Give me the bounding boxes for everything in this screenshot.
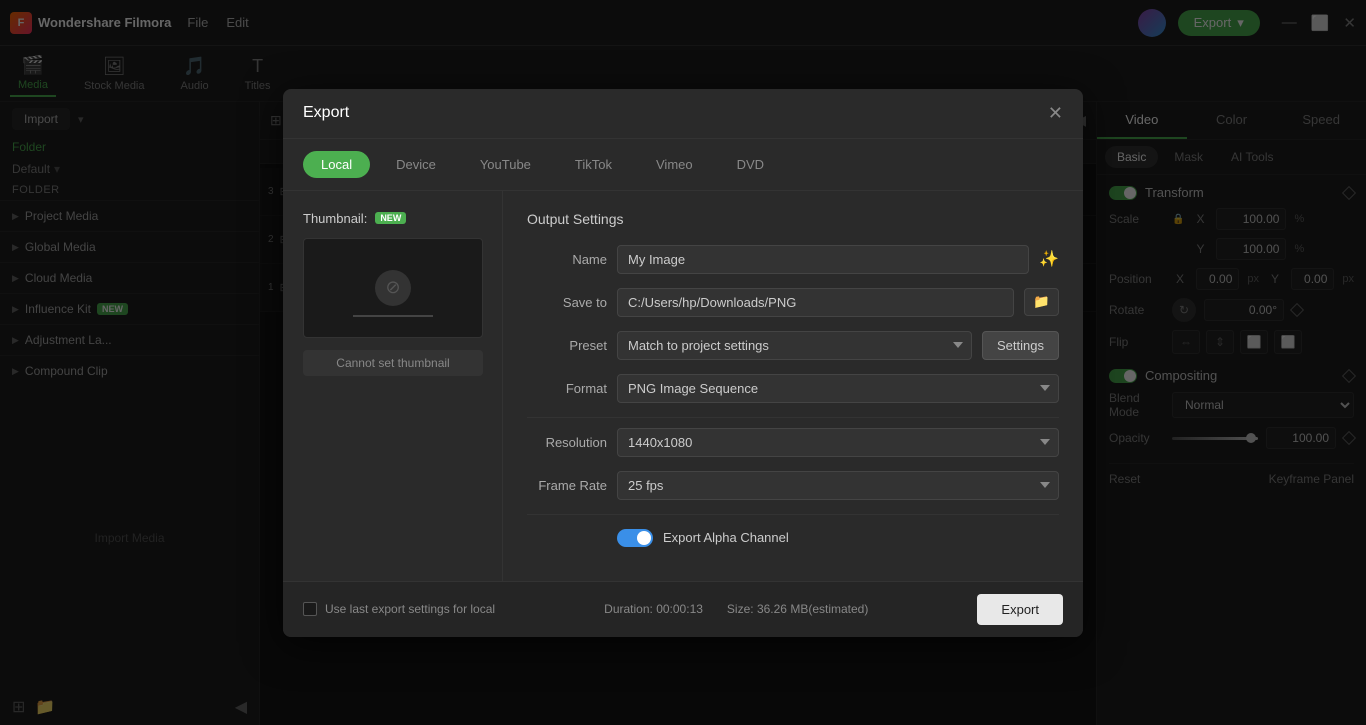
size-info: Size: 36.26 MB(estimated) — [727, 602, 868, 616]
format-select[interactable]: PNG Image Sequence MP4 MOV AVI — [617, 374, 1059, 403]
name-input[interactable] — [617, 245, 1029, 274]
modal-overlay: Export ✕ Local Device YouTube TikTok Vim… — [0, 0, 1366, 725]
modal-title: Export — [303, 104, 349, 122]
export-tab-tiktok[interactable]: TikTok — [557, 151, 630, 178]
export-tab-dvd[interactable]: DVD — [719, 151, 782, 178]
cannot-set-thumbnail-button[interactable]: Cannot set thumbnail — [303, 350, 483, 376]
export-alpha-row: Export Alpha Channel — [527, 529, 1059, 547]
modal-tabs: Local Device YouTube TikTok Vimeo DVD — [283, 139, 1083, 191]
export-tab-youtube[interactable]: YouTube — [462, 151, 549, 178]
save-to-row: Save to 📁 — [527, 288, 1059, 317]
use-last-settings: Use last export settings for local — [303, 602, 495, 616]
export-alpha-label: Export Alpha Channel — [663, 530, 789, 545]
resolution-row: Resolution 1440x1080 1920x1080 1280x720 … — [527, 428, 1059, 457]
frame-rate-row: Frame Rate 25 fps 24 fps 30 fps 60 fps — [527, 471, 1059, 500]
use-last-settings-checkbox[interactable] — [303, 602, 317, 616]
save-to-input[interactable] — [617, 288, 1014, 317]
preset-row: Preset Match to project settings Custom … — [527, 331, 1059, 360]
export-tab-local[interactable]: Local — [303, 151, 370, 178]
modal-close-button[interactable]: ✕ — [1048, 103, 1063, 124]
output-settings-panel: Output Settings Name ✨ Save to 📁 Preset — [503, 191, 1083, 581]
preset-label: Preset — [527, 338, 607, 353]
name-row: Name ✨ — [527, 245, 1059, 274]
settings-button[interactable]: Settings — [982, 331, 1059, 360]
export-tab-vimeo[interactable]: Vimeo — [638, 151, 711, 178]
thumbnail-label: Thumbnail: — [303, 211, 367, 226]
frame-rate-select[interactable]: 25 fps 24 fps 30 fps 60 fps — [617, 471, 1059, 500]
resolution-select[interactable]: 1440x1080 1920x1080 1280x720 720x480 — [617, 428, 1059, 457]
modal-header: Export ✕ — [283, 89, 1083, 139]
export-alpha-toggle[interactable] — [617, 529, 653, 547]
footer-info: Duration: 00:00:13 Size: 36.26 MB(estima… — [604, 602, 868, 616]
save-to-label: Save to — [527, 295, 607, 310]
thumbnail-line — [353, 315, 433, 317]
format-row: Format PNG Image Sequence MP4 MOV AVI — [527, 374, 1059, 403]
resolution-label: Resolution — [527, 435, 607, 450]
no-thumbnail-icon: ⊘ — [375, 270, 411, 306]
form-divider-2 — [527, 514, 1059, 515]
name-label: Name — [527, 252, 607, 267]
thumbnail-section-label: Thumbnail: NEW — [303, 211, 482, 226]
use-last-settings-label: Use last export settings for local — [325, 602, 495, 616]
format-label: Format — [527, 381, 607, 396]
frame-rate-label: Frame Rate — [527, 478, 607, 493]
modal-thumbnail-panel: Thumbnail: NEW ⊘ Cannot set thumbnail — [283, 191, 503, 581]
thumbnail-box: ⊘ — [303, 238, 483, 338]
export-modal: Export ✕ Local Device YouTube TikTok Vim… — [283, 89, 1083, 637]
modal-body: Thumbnail: NEW ⊘ Cannot set thumbnail Ou… — [283, 191, 1083, 581]
export-tab-device[interactable]: Device — [378, 151, 454, 178]
browse-folder-button[interactable]: 📁 — [1024, 288, 1059, 316]
export-modal-button[interactable]: Export — [977, 594, 1063, 625]
duration-info: Duration: 00:00:13 — [604, 602, 703, 616]
form-divider — [527, 417, 1059, 418]
modal-footer: Use last export settings for local Durat… — [283, 581, 1083, 637]
thumbnail-new-badge: NEW — [375, 212, 406, 224]
preset-select[interactable]: Match to project settings Custom — [617, 331, 972, 360]
ai-name-button[interactable]: ✨ — [1039, 249, 1059, 269]
output-settings-title: Output Settings — [527, 211, 1059, 227]
